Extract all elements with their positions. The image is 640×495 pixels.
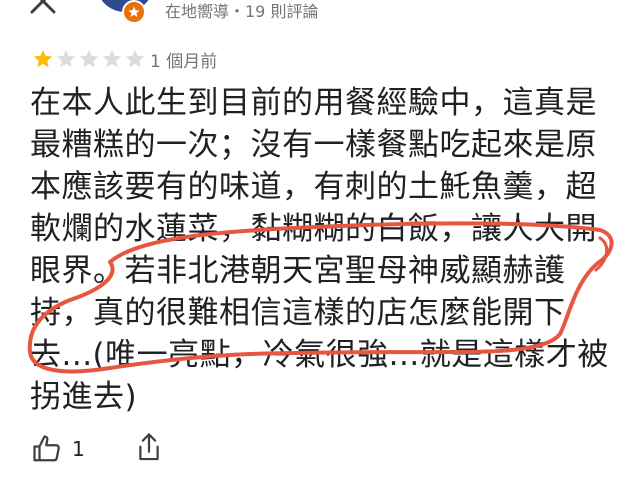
star-icon-5 <box>125 49 145 68</box>
thumbs-up-icon <box>33 435 60 462</box>
star-rating <box>32 48 146 70</box>
like-button[interactable]: 1 <box>32 434 85 464</box>
reviewer-meta: 在地嚮導・19 則評論 <box>165 2 319 21</box>
star-icon-3 <box>79 49 99 68</box>
like-count: 1 <box>72 437 85 461</box>
review-line-6: 持，真的很難相信這樣的店怎麼能開下 <box>30 295 566 331</box>
review-line-7: 去...(唯一亮點，冷氣很強...就是這樣才被 <box>30 337 609 373</box>
review-line-1: 在本人此生到目前的用餐經驗中，這真是 <box>30 85 597 121</box>
star-icon-1 <box>33 49 53 68</box>
review-line-5: 眼界。若非北港朝天宮聖母神威顯赫護 <box>30 253 566 289</box>
review-text: 在本人此生到目前的用餐經驗中，這真是 最糟糕的一次；沒有一樣餐點吃起來是原 本應… <box>30 82 630 418</box>
review-line-4: 軟爛的水蓮菜，黏糊糊的白飯，讓人大開 <box>30 211 597 247</box>
share-icon <box>139 433 159 461</box>
local-guide-badge-icon <box>122 0 146 24</box>
review-line-3: 本應該要有的味道，有刺的土魠魚羹，超 <box>30 169 597 205</box>
review-line-8: 拐進去) <box>30 379 138 415</box>
share-button[interactable] <box>134 432 164 468</box>
star-icon-4 <box>102 49 122 68</box>
close-icon[interactable] <box>28 0 58 16</box>
review-time: 1 個月前 <box>150 52 218 72</box>
review-line-2: 最糟糕的一次；沒有一樣餐點吃起來是原 <box>30 127 597 163</box>
star-icon-2 <box>56 49 76 68</box>
